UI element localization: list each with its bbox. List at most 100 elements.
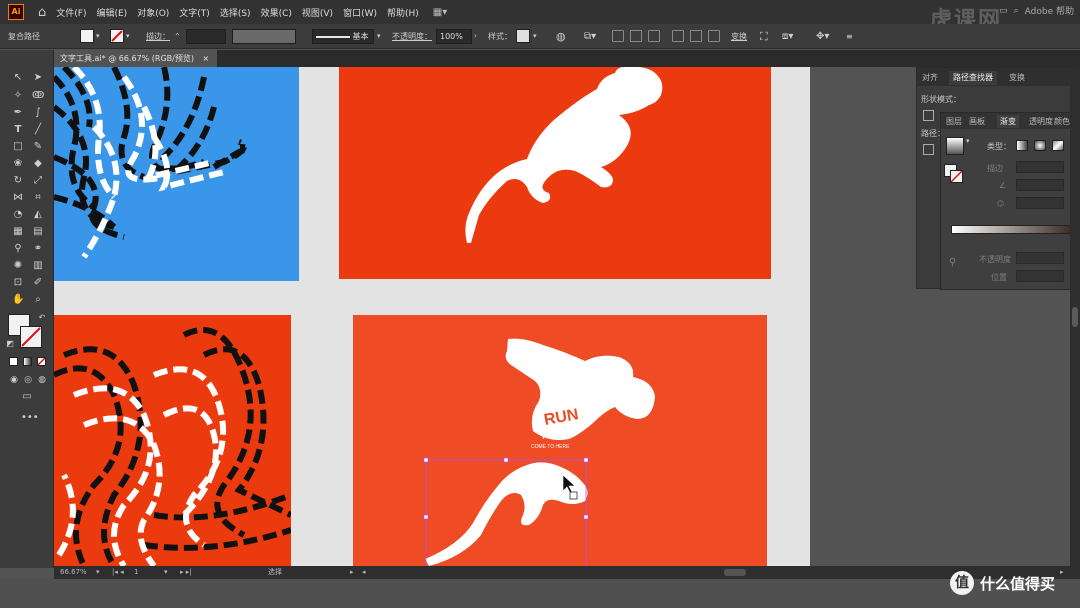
tab-gradient[interactable]: 渐变 [997, 115, 1019, 128]
isolate-icon[interactable]: ⛶ [760, 29, 768, 44]
tab-layers[interactable]: 图层 [946, 116, 962, 127]
menu-window[interactable]: 窗口(W) [343, 6, 377, 19]
home-icon[interactable]: ⌂ [38, 5, 46, 20]
stroke-gradient-options[interactable] [1016, 161, 1064, 173]
zoom-tool-icon[interactable]: ⌕ [32, 294, 44, 306]
close-tab-icon[interactable]: × [203, 54, 210, 63]
draw-normal-icon[interactable]: ◉ [8, 374, 20, 386]
more-options-icon[interactable]: ≡ [846, 29, 853, 44]
curvature-tool-icon[interactable]: ∫ [32, 107, 44, 119]
align-vcenter-icon[interactable] [690, 30, 702, 42]
menu-type[interactable]: 文字(T) [179, 6, 210, 19]
rectangle-tool-icon[interactable]: □ [12, 141, 24, 153]
stroke-label[interactable]: 描边： [146, 29, 170, 44]
opacity-arrow-icon[interactable]: › [474, 29, 477, 44]
freeform-gradient-icon[interactable] [1052, 140, 1064, 151]
draw-behind-icon[interactable]: ◎ [22, 374, 34, 386]
tab-color[interactable]: 颜色 [1054, 116, 1070, 127]
unite-icon[interactable] [923, 110, 934, 121]
tab-transform[interactable]: 变换 [1009, 72, 1025, 83]
graph-tool-icon[interactable]: ▥ [32, 260, 44, 272]
gradient-mode-icon[interactable] [23, 357, 32, 366]
graphic-style-swatch[interactable] [516, 29, 530, 43]
symbol-sprayer-tool-icon[interactable]: ✺ [12, 260, 24, 272]
brush-definition-dropdown[interactable]: 基本 [312, 29, 374, 44]
transform-link[interactable]: 变换 [731, 29, 747, 44]
gradient-eyedropper-icon[interactable]: ⚲ [949, 257, 956, 268]
eraser-tool-icon[interactable]: ◆ [32, 158, 44, 170]
puppet-warp-icon[interactable]: ✥▾ [816, 29, 829, 44]
type-tool-icon[interactable]: T [12, 124, 24, 136]
stroke-swatch[interactable] [110, 29, 124, 43]
tab-pathfinder[interactable]: 路径查找器 [949, 71, 997, 85]
arrange-icon[interactable]: ⧈▾ [782, 29, 793, 44]
h-scroll-left-icon[interactable]: ◂ [362, 566, 366, 579]
gradient-tool-icon[interactable]: ▤ [32, 226, 44, 238]
next-artboard-icon[interactable]: ▸ ▸| [180, 566, 192, 579]
paintbrush-tool-icon[interactable]: ✎ [32, 141, 44, 153]
menu-view[interactable]: 视图(V) [302, 6, 333, 19]
menu-edit[interactable]: 编辑(E) [96, 6, 127, 19]
fill-dropdown-icon[interactable]: ▾ [96, 29, 100, 44]
variable-width-profile[interactable] [232, 29, 296, 44]
stop-location-field[interactable] [1016, 270, 1064, 282]
gradient-slider[interactable] [951, 225, 1073, 234]
edit-toolbar-icon[interactable]: ••• [21, 412, 39, 424]
tab-transparency[interactable]: 透明度 [1029, 116, 1053, 127]
align-right-icon[interactable] [648, 30, 660, 42]
tab-align[interactable]: 对齐 [922, 72, 938, 83]
hand-tool-icon[interactable]: ✋ [12, 294, 24, 306]
align-left-icon[interactable] [612, 30, 624, 42]
width-tool-icon[interactable]: ⋈ [12, 192, 24, 204]
stroke-stepper-icon[interactable]: ⌃ [174, 29, 181, 44]
menu-effect[interactable]: 效果(C) [261, 6, 292, 19]
perspective-grid-tool-icon[interactable]: ▦ [12, 226, 24, 238]
artboard-number[interactable]: 1 [134, 566, 138, 579]
status-menu-arrow-icon[interactable]: ▸ [350, 566, 354, 579]
first-artboard-icon[interactable]: |◂ ◂ [112, 566, 124, 579]
fill-swatch[interactable] [80, 29, 94, 43]
direct-selection-tool-icon[interactable]: ➤ [32, 72, 44, 84]
radial-gradient-icon[interactable] [1034, 140, 1046, 151]
menu-select[interactable]: 选择(S) [220, 6, 251, 19]
workspace-layout-icon[interactable]: ▦▾ [433, 7, 447, 18]
stop-opacity-field[interactable] [1016, 252, 1064, 264]
angle-field[interactable] [1016, 179, 1064, 191]
gradient-thumbnail-arrow-icon[interactable]: ▾ [966, 137, 970, 145]
lasso-tool-icon[interactable]: ↂ [32, 90, 44, 102]
shaper-tool-icon[interactable]: ❀ [12, 158, 24, 170]
gradient-thumbnail[interactable] [946, 137, 964, 155]
artboard-dropdown-icon[interactable]: ▾ [164, 566, 168, 579]
style-dropdown-icon[interactable]: ▾ [533, 29, 537, 44]
draw-inside-icon[interactable]: ◍ [36, 374, 48, 386]
help-search-label[interactable]: Adobe 帮助 [1025, 4, 1074, 17]
magic-wand-tool-icon[interactable]: ✧ [12, 90, 24, 102]
menu-file[interactable]: 文件(F) [56, 6, 86, 19]
swap-colors-icon[interactable]: ↶ [36, 312, 48, 324]
zoom-dropdown-icon[interactable]: ▾ [96, 566, 100, 579]
brush-dropdown-icon[interactable]: ▾ [377, 29, 381, 44]
live-paint-tool-icon[interactable]: ◭ [32, 209, 44, 221]
align-hcenter-icon[interactable] [630, 30, 642, 42]
scale-tool-icon[interactable]: ⤢ [32, 175, 44, 187]
divide-icon[interactable] [923, 144, 934, 155]
screen-mode-icon[interactable]: ▭ [21, 391, 33, 403]
color-mode-icon[interactable] [9, 357, 18, 366]
canvas[interactable]: RUN YOUR COME TO HERE [54, 67, 810, 566]
gradient-stroke-swatch[interactable] [950, 170, 963, 183]
aspect-ratio-field[interactable] [1016, 197, 1064, 209]
align-bottom-icon[interactable] [708, 30, 720, 42]
free-transform-tool-icon[interactable]: ⌗ [32, 192, 44, 204]
opacity-label[interactable]: 不透明度： [392, 29, 432, 44]
document-tab[interactable]: 文字工具.ai* @ 66.67% (RGB/预览) × [54, 50, 218, 67]
stroke-dropdown-icon[interactable]: ▾ [126, 29, 130, 44]
line-tool-icon[interactable]: ╱ [32, 124, 44, 136]
none-mode-icon[interactable] [37, 357, 46, 366]
menu-object[interactable]: 对象(O) [137, 6, 169, 19]
blend-tool-icon[interactable]: ⚭ [32, 243, 44, 255]
recolor-icon[interactable]: ◍ [556, 29, 566, 44]
stroke-weight-field[interactable] [186, 29, 226, 44]
linear-gradient-icon[interactable] [1016, 140, 1028, 151]
menu-help[interactable]: 帮助(H) [387, 6, 419, 19]
rotate-tool-icon[interactable]: ↻ [12, 175, 24, 187]
